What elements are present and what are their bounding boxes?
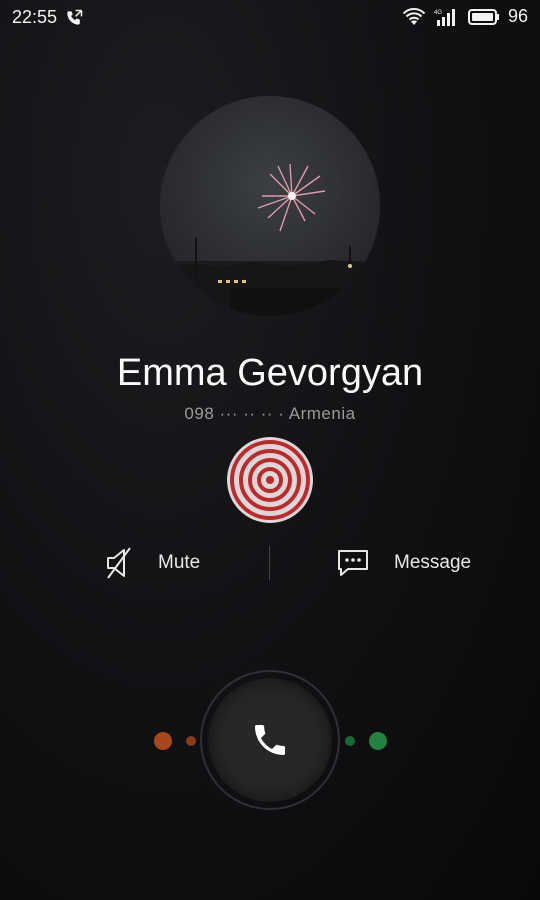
call-actions: Mute Message — [0, 540, 540, 586]
fireworks-photo — [160, 96, 380, 316]
answer-call-button[interactable] — [208, 678, 332, 802]
call-forwarding-icon — [67, 9, 83, 25]
message-bubble-icon — [338, 550, 368, 576]
battery-icon — [467, 8, 499, 25]
mute-button[interactable]: Mute — [104, 540, 200, 586]
message-button[interactable]: Message — [336, 540, 471, 586]
call-ripple-indicator — [226, 436, 314, 524]
caller-name: Emma Gevorgyan — [116, 352, 424, 394]
accept-hint-dot-small — [345, 736, 355, 746]
action-divider — [269, 546, 270, 580]
decline-hint-dot-small — [186, 736, 196, 746]
caller-avatar — [160, 96, 380, 316]
ripple-icon — [227, 437, 313, 523]
battery-percent: 96 — [507, 6, 528, 26]
message-label: Message — [394, 552, 472, 573]
mute-speaker-icon — [107, 547, 131, 579]
svg-text:4G: 4G — [434, 10, 442, 16]
signal-icon: 4G — [434, 8, 455, 26]
caller-number: 098 ··· ·· ·· · Armenia — [184, 404, 356, 423]
answer-slider[interactable] — [0, 670, 540, 810]
status-bar: 22:55 4G 96 — [0, 0, 540, 36]
mute-label: Mute — [158, 552, 201, 573]
accept-hint-dot — [369, 732, 387, 750]
wifi-icon — [402, 7, 426, 25]
decline-hint-dot — [154, 732, 172, 750]
phone-icon — [255, 725, 285, 755]
status-time: 22:55 — [12, 7, 58, 27]
